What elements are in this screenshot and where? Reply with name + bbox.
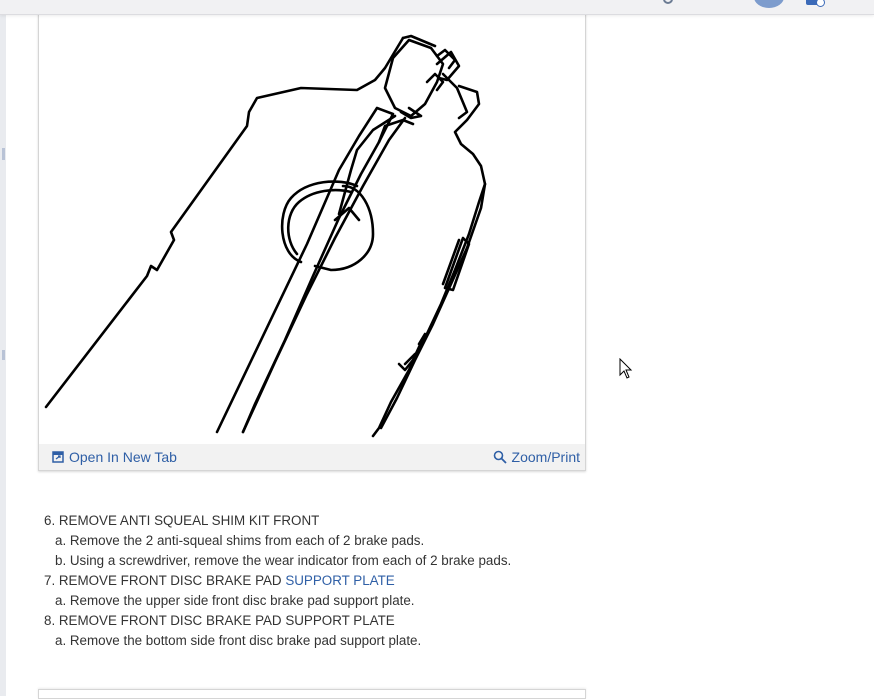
- step-8-title: 8. REMOVE FRONT DISC BRAKE PAD SUPPORT P…: [44, 613, 395, 628]
- support-plate-link[interactable]: SUPPORT PLATE: [285, 573, 394, 588]
- open-new-tab-icon: [52, 451, 64, 463]
- sidebar-marker: [2, 350, 5, 360]
- mouse-cursor-icon: [619, 358, 633, 379]
- illustration-panel: Open In New Tab Zoom/Print: [38, 8, 586, 471]
- zoom-icon: [493, 450, 507, 464]
- step-8a: a. Remove the bottom side front disc bra…: [55, 633, 422, 648]
- procedure-steps: 6. REMOVE ANTI SQUEAL SHIM KIT FRONT a. …: [44, 511, 511, 651]
- next-illustration-panel: [38, 689, 586, 699]
- avatar[interactable]: [754, 0, 784, 8]
- sidebar-marker: [2, 148, 5, 160]
- open-in-new-tab-label: Open In New Tab: [69, 449, 177, 465]
- notification-badge-icon: [816, 0, 825, 7]
- open-in-new-tab-link[interactable]: Open In New Tab: [52, 449, 177, 465]
- step-7a: a. Remove the upper side front disc brak…: [55, 593, 415, 608]
- zoom-print-label: Zoom/Print: [511, 449, 580, 465]
- browser-toolbar: [0, 0, 874, 15]
- search-icon[interactable]: [663, 0, 673, 4]
- step-6-title: 6. REMOVE ANTI SQUEAL SHIM KIT FRONT: [44, 513, 320, 528]
- figure-toolbar: Open In New Tab Zoom/Print: [39, 444, 585, 470]
- zoom-print-link[interactable]: Zoom/Print: [493, 449, 580, 465]
- step-7-title-text: 7. REMOVE FRONT DISC BRAKE PAD: [44, 573, 286, 588]
- step-6a: a. Remove the 2 anti-squeal shims from e…: [55, 533, 425, 548]
- step-7-title: 7. REMOVE FRONT DISC BRAKE PAD SUPPORT P…: [44, 571, 511, 591]
- left-sidebar-strip: [0, 14, 6, 696]
- step-6b: b. Using a screwdriver, remove the wear …: [55, 553, 512, 568]
- brake-pad-illustration: [44, 34, 487, 438]
